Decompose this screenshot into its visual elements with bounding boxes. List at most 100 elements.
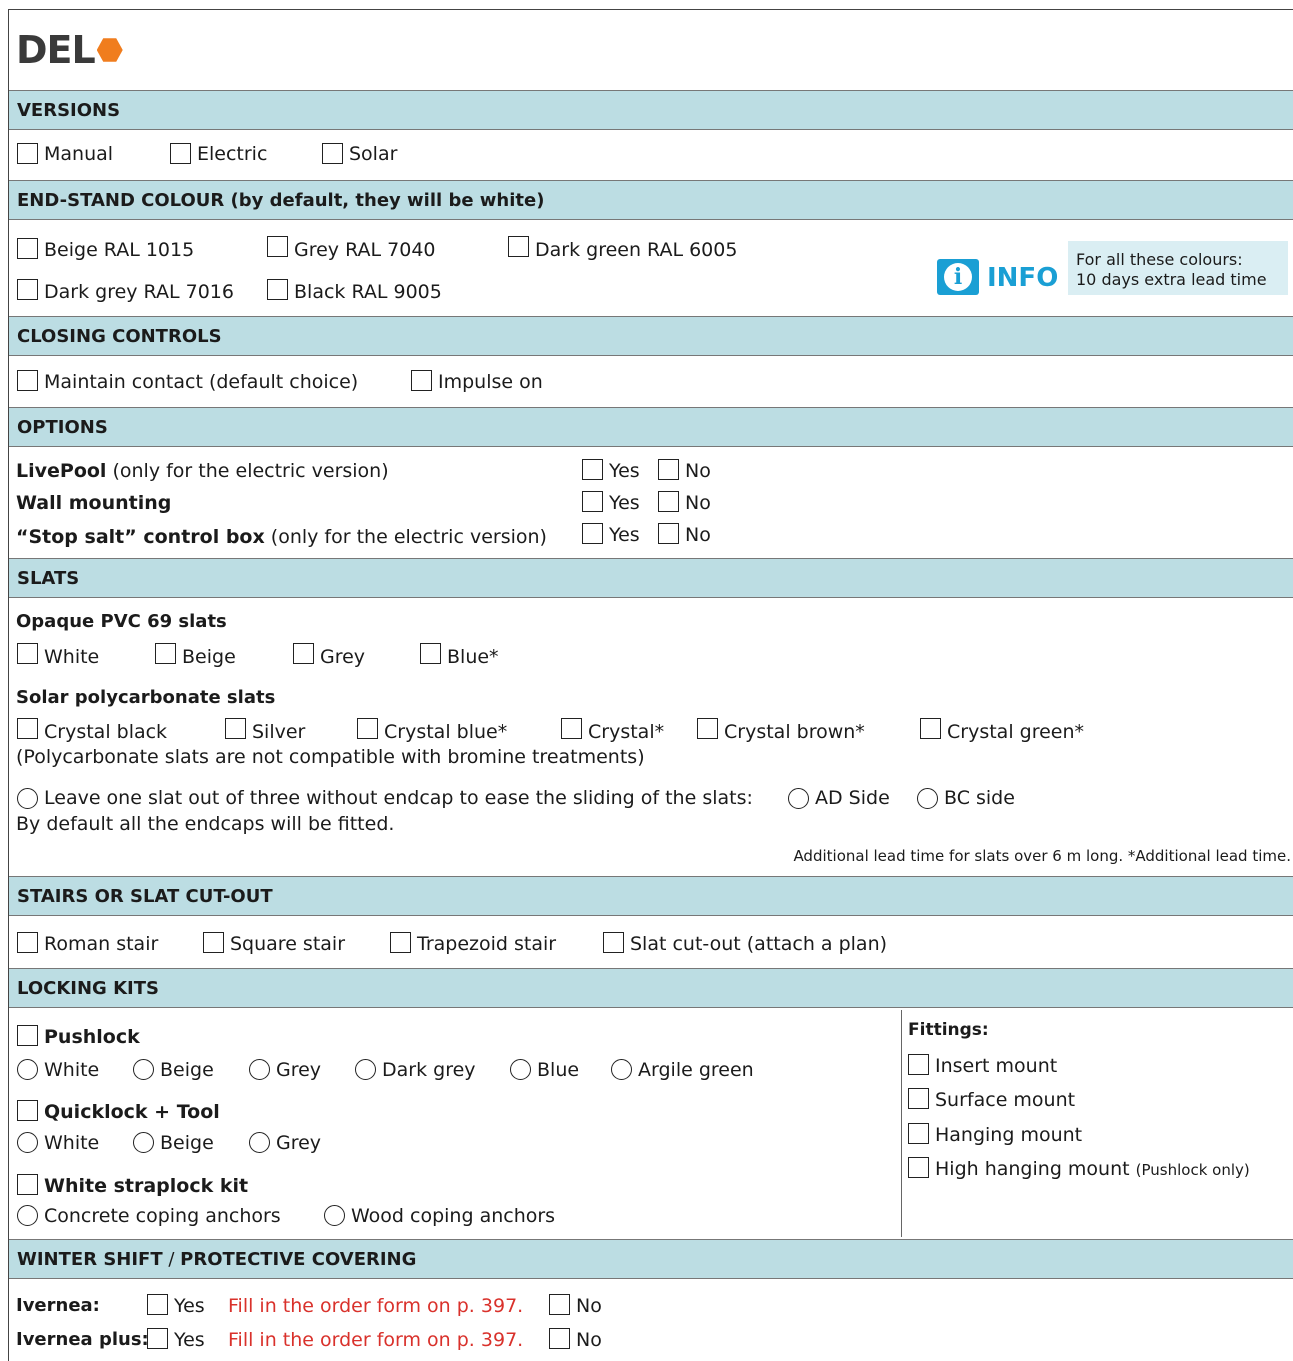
stop-salt-yes-label: Yes <box>609 524 640 546</box>
pushlock-argile-green-radio[interactable] <box>611 1059 632 1080</box>
bc-side-label: BC side <box>944 787 1015 809</box>
slat-cutout-checkbox[interactable] <box>603 932 624 953</box>
electric-checkbox[interactable] <box>170 143 191 164</box>
pushlock-beige-label: Beige <box>160 1059 214 1081</box>
polycarbonate-note: (Polycarbonate slats are not compatible … <box>16 746 645 768</box>
quicklock-grey-radio[interactable] <box>249 1132 270 1153</box>
pushlock-grey-radio[interactable] <box>249 1059 270 1080</box>
logo-hexagon-icon <box>96 38 123 62</box>
ivernea-plus-no-checkbox[interactable] <box>549 1328 570 1349</box>
high-hanging-mount-checkbox[interactable] <box>908 1157 929 1178</box>
livepool-no-checkbox[interactable] <box>658 459 679 480</box>
opaque-white-checkbox[interactable] <box>17 643 38 664</box>
livepool-yes-checkbox[interactable] <box>582 459 603 480</box>
high-hanging-mount-row: High hanging mount (Pushlock only) <box>935 1158 1250 1181</box>
quicklock-white-radio[interactable] <box>17 1132 38 1153</box>
hanging-mount-checkbox[interactable] <box>908 1123 929 1144</box>
ivernea-plus-yes-checkbox[interactable] <box>147 1328 168 1349</box>
slats-header: SLATS <box>9 558 1293 598</box>
crystal-blue-label: Crystal blue* <box>384 721 508 743</box>
quicklock-label: Quicklock + Tool <box>44 1101 220 1123</box>
pushlock-dark-grey-radio[interactable] <box>355 1059 376 1080</box>
livepool-note: (only for the electric version) <box>106 460 389 482</box>
beige-ral-1015-checkbox[interactable] <box>17 238 38 259</box>
crystal-brown-checkbox[interactable] <box>697 718 718 739</box>
stop-salt-no-checkbox[interactable] <box>658 523 679 544</box>
surface-mount-checkbox[interactable] <box>908 1088 929 1109</box>
pushlock-blue-radio[interactable] <box>510 1059 531 1080</box>
opaque-grey-checkbox[interactable] <box>293 643 314 664</box>
fittings-divider <box>901 1010 902 1237</box>
livepool-yes-label: Yes <box>609 460 640 482</box>
insert-mount-label: Insert mount <box>935 1055 1058 1077</box>
solar-checkbox[interactable] <box>322 143 343 164</box>
dark-grey-ral-7016-checkbox[interactable] <box>17 279 38 300</box>
info-note-line1: For all these colours: <box>1076 250 1243 269</box>
wood-anchors-label: Wood coping anchors <box>351 1205 556 1227</box>
pushlock-dark-grey-label: Dark grey <box>382 1059 476 1081</box>
closing-controls-header: CLOSING CONTROLS <box>9 316 1293 356</box>
dark-grey-ral-7016-label: Dark grey RAL 7016 <box>44 281 234 303</box>
wall-mounting-yes-checkbox[interactable] <box>582 491 603 512</box>
options-header: OPTIONS <box>9 407 1293 447</box>
opaque-blue-label: Blue* <box>447 646 499 668</box>
wall-mounting-row-label: Wall mounting <box>16 492 171 514</box>
pushlock-white-radio[interactable] <box>17 1059 38 1080</box>
impulse-on-checkbox[interactable] <box>411 370 432 391</box>
opaque-beige-label: Beige <box>182 646 236 668</box>
winter-shift-header: WINTER SHIFT / PROTECTIVE COVERING <box>9 1239 1293 1279</box>
maintain-contact-checkbox[interactable] <box>17 370 38 391</box>
square-stair-checkbox[interactable] <box>203 932 224 953</box>
pushlock-only-note: (Pushlock only) <box>1135 1161 1250 1179</box>
opaque-beige-checkbox[interactable] <box>155 643 176 664</box>
crystal-green-checkbox[interactable] <box>920 718 941 739</box>
livepool-no-label: No <box>685 460 711 482</box>
black-ral-9005-checkbox[interactable] <box>267 279 288 300</box>
grey-ral-7040-checkbox[interactable] <box>267 236 288 257</box>
slat-cutout-label: Slat cut-out (attach a plan) <box>630 933 888 955</box>
trapezoid-stair-checkbox[interactable] <box>390 932 411 953</box>
quicklock-beige-radio[interactable] <box>133 1132 154 1153</box>
bc-side-radio[interactable] <box>917 788 938 809</box>
ivernea-no-label: No <box>576 1295 602 1317</box>
dark-green-ral-6005-checkbox[interactable] <box>508 236 529 257</box>
concrete-anchors-radio[interactable] <box>17 1205 38 1226</box>
crystal-blue-checkbox[interactable] <box>357 718 378 739</box>
wood-anchors-radio[interactable] <box>324 1205 345 1226</box>
electric-label: Electric <box>197 143 268 165</box>
crystal-brown-label: Crystal brown* <box>724 721 865 743</box>
silver-checkbox[interactable] <box>225 718 246 739</box>
opaque-grey-label: Grey <box>320 646 366 668</box>
trapezoid-stair-label: Trapezoid stair <box>417 933 557 955</box>
roman-stair-checkbox[interactable] <box>17 932 38 953</box>
delo-logo: DEL <box>16 28 123 72</box>
stop-salt-label: “Stop salt” control box <box>16 526 265 548</box>
ivernea-no-checkbox[interactable] <box>549 1294 570 1315</box>
insert-mount-checkbox[interactable] <box>908 1054 929 1075</box>
wall-mounting-yes-label: Yes <box>609 492 640 514</box>
quicklock-checkbox[interactable] <box>17 1100 38 1121</box>
pushlock-grey-label: Grey <box>276 1059 322 1081</box>
straplock-checkbox[interactable] <box>17 1174 38 1195</box>
ivernea-plus-fill-note: Fill in the order form on p. 397. <box>228 1329 524 1351</box>
square-stair-label: Square stair <box>230 933 346 955</box>
surface-mount-label: Surface mount <box>935 1089 1076 1111</box>
winter-title-separator: / <box>162 1248 181 1270</box>
crystal-checkbox[interactable] <box>561 718 582 739</box>
ivernea-plus-no-label: No <box>576 1329 602 1351</box>
wall-mounting-no-checkbox[interactable] <box>658 491 679 512</box>
pushlock-beige-radio[interactable] <box>133 1059 154 1080</box>
manual-label: Manual <box>44 143 114 165</box>
ivernea-yes-checkbox[interactable] <box>147 1294 168 1315</box>
crystal-black-checkbox[interactable] <box>17 718 38 739</box>
manual-checkbox[interactable] <box>17 143 38 164</box>
ad-side-radio[interactable] <box>788 788 809 809</box>
opaque-blue-checkbox[interactable] <box>420 643 441 664</box>
leave-slat-out-radio[interactable] <box>17 788 38 809</box>
high-hanging-mount-label: High hanging mount <box>935 1158 1130 1180</box>
pushlock-argile-green-label: Argile green <box>638 1059 754 1081</box>
wall-mounting-no-label: No <box>685 492 711 514</box>
crystal-green-label: Crystal green* <box>947 721 1085 743</box>
pushlock-checkbox[interactable] <box>17 1025 38 1046</box>
stop-salt-yes-checkbox[interactable] <box>582 523 603 544</box>
